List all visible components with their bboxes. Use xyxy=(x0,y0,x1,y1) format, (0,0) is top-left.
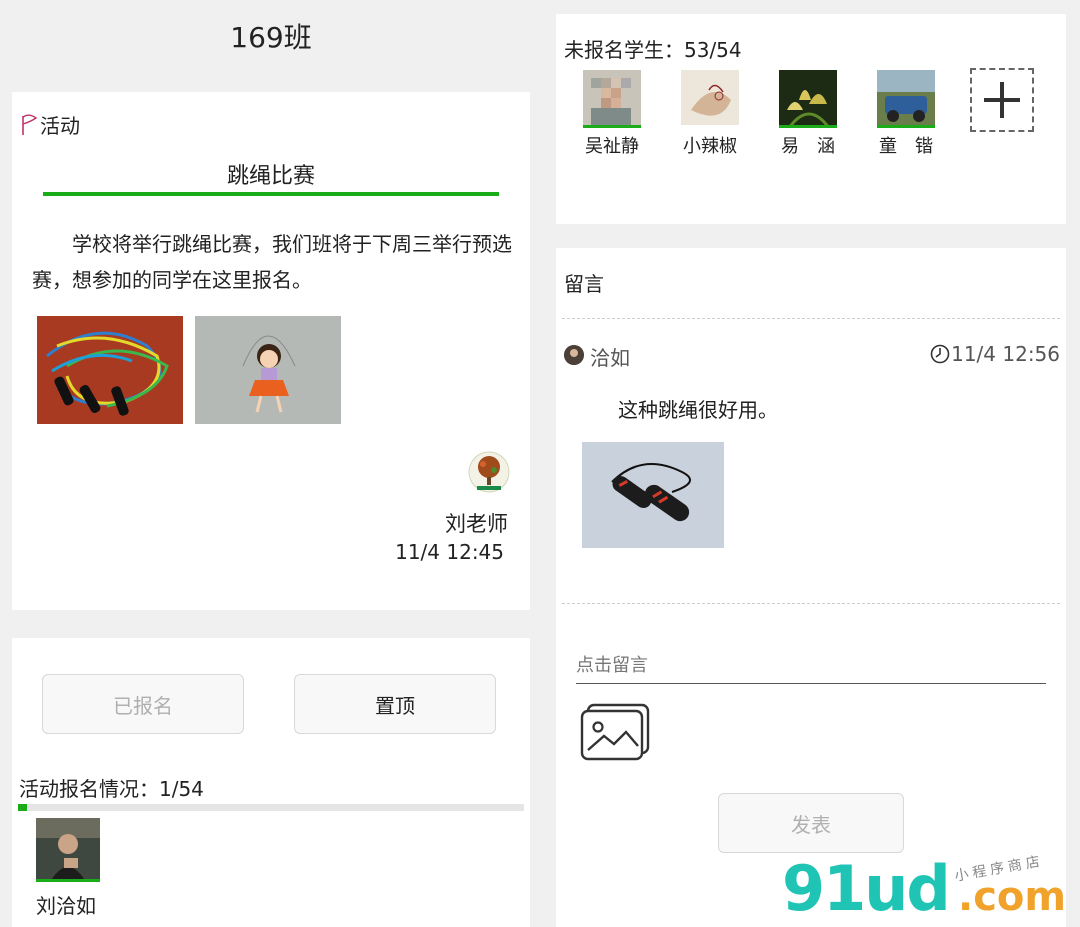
watermark-main: 91ud xyxy=(782,852,951,925)
activity-tag-label: 活动 xyxy=(40,114,80,138)
signup-progress-fill xyxy=(18,804,28,811)
student-name: 小辣椒 xyxy=(683,136,737,157)
activity-photo-jump-ropes[interactable] xyxy=(37,316,183,424)
activity-description: 学校将举行跳绳比赛，我们班将于下周三举行预选赛，想参加的同学在这里报名。 xyxy=(32,232,512,292)
signed-up-button[interactable]: 已报名 xyxy=(42,674,244,734)
activity-title: 跳绳比赛 xyxy=(226,164,315,189)
unsigned-students-card: 未报名学生：53/54 吴祉静 小辣椒 易 涵 童 锴 xyxy=(556,14,1066,224)
activity-tag: 活动 xyxy=(20,110,80,139)
messages-card: 留言 洽如 11/4 12:56 这种跳绳很好用。 发 xyxy=(556,248,1066,927)
teacher-avatar[interactable] xyxy=(468,450,510,500)
plus-icon xyxy=(984,82,1020,118)
unsigned-student[interactable]: 童 锴 xyxy=(861,70,951,158)
pin-to-top-button[interactable]: 置顶 xyxy=(294,674,496,734)
student-name: 吴祉静 xyxy=(585,136,639,157)
signed-student-avatar[interactable] xyxy=(36,818,100,882)
signup-status: 活动报名情况：1/54 xyxy=(19,777,204,801)
title-underline xyxy=(43,192,499,196)
signup-card: 已报名 置顶 活动报名情况：1/54 刘洽如 xyxy=(12,638,530,927)
post-time: 11/4 12:45 xyxy=(395,540,504,564)
publish-button[interactable]: 发表 xyxy=(718,793,904,853)
student-name: 易 涵 xyxy=(781,136,835,157)
teacher-name: 刘老师 xyxy=(445,512,508,536)
unsigned-student[interactable]: 易 涵 xyxy=(763,70,853,158)
signed-student-name: 刘洽如 xyxy=(36,894,96,918)
comment-input[interactable] xyxy=(576,648,1046,684)
activity-photo-cartoon-girl[interactable] xyxy=(195,316,341,424)
student-avatar xyxy=(877,70,935,128)
unsigned-student[interactable]: 小辣椒 xyxy=(665,70,755,158)
student-name: 童 锴 xyxy=(879,136,933,157)
divider xyxy=(562,603,1060,604)
commenter-avatar[interactable] xyxy=(564,345,584,365)
image-upload-icon[interactable] xyxy=(580,702,652,762)
watermark-logo: 小程序商店 91ud .com xyxy=(782,852,1072,927)
class-title: 169班 xyxy=(230,21,312,54)
unsigned-students-title: 未报名学生：53/54 xyxy=(564,38,742,62)
signup-progress-bar xyxy=(18,804,524,811)
messages-title: 留言 xyxy=(564,272,604,296)
comment-time-text: 11/4 12:56 xyxy=(951,342,1060,366)
comment-time: 11/4 12:56 xyxy=(930,342,1060,366)
flag-icon xyxy=(22,114,38,135)
comment-photo-jump-rope[interactable] xyxy=(582,442,724,548)
activity-card: 活动 跳绳比赛 学校将举行跳绳比赛，我们班将于下周三举行预选赛，想参加的同学在这… xyxy=(12,92,530,610)
comment-text: 这种跳绳很好用。 xyxy=(618,398,778,422)
clock-icon xyxy=(930,344,950,364)
student-avatar xyxy=(583,70,641,128)
add-student-button[interactable] xyxy=(970,68,1034,132)
watermark-domain: .com xyxy=(958,874,1067,920)
student-avatar xyxy=(779,70,837,128)
unsigned-student[interactable]: 吴祉静 xyxy=(567,70,657,158)
commenter-name: 洽如 xyxy=(590,346,630,370)
divider xyxy=(562,318,1060,319)
student-avatar xyxy=(681,70,739,128)
